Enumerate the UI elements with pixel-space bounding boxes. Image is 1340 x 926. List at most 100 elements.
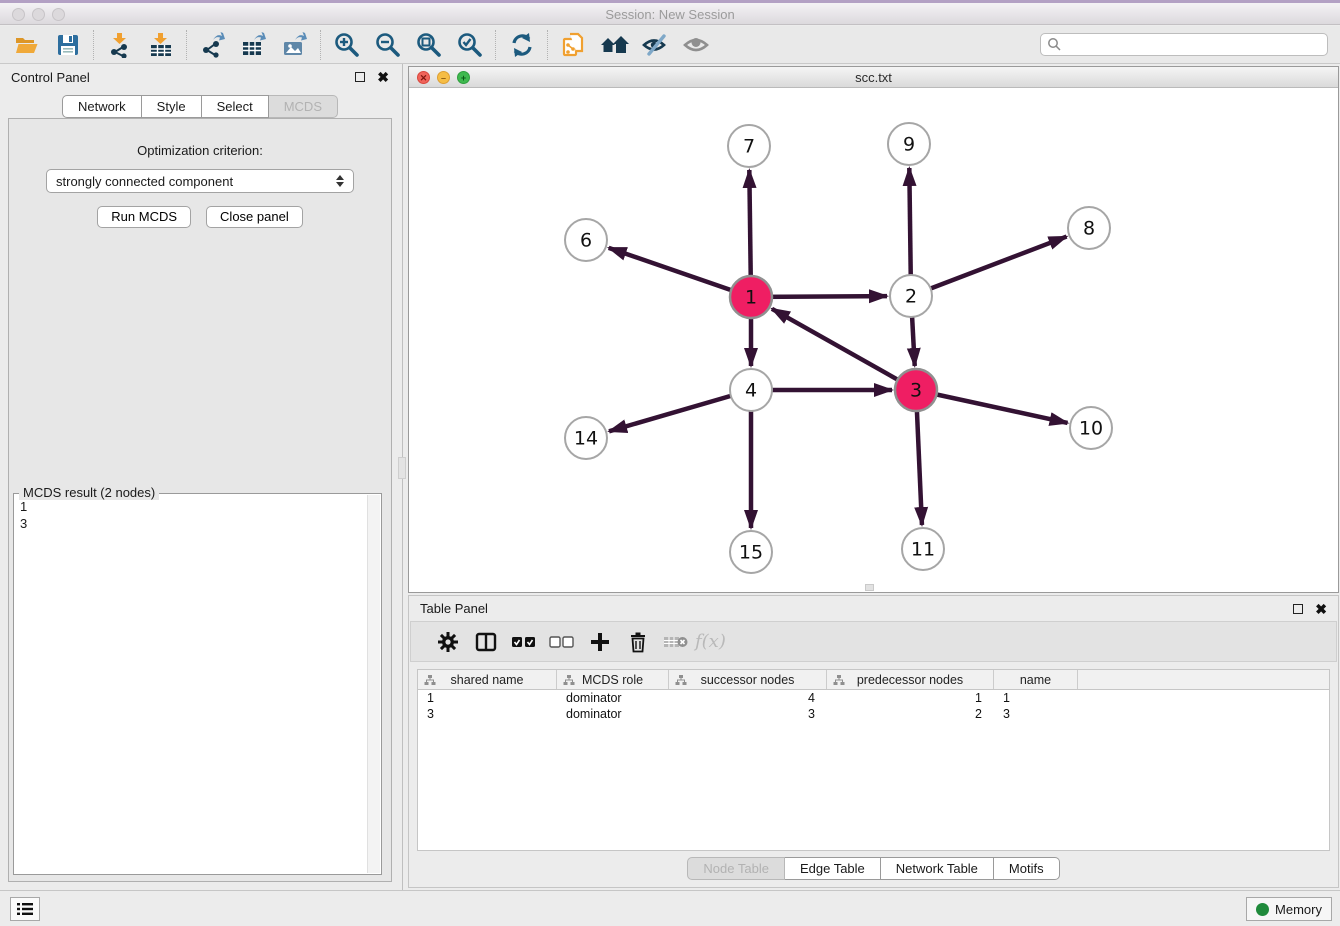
- svg-text:8: 8: [1083, 218, 1095, 240]
- graph-node-3[interactable]: 3: [895, 369, 937, 411]
- control-panel-close-icon[interactable]: ✖: [377, 72, 389, 82]
- column-header-predecessor-nodes[interactable]: predecessor nodes: [827, 670, 994, 689]
- search-icon: [1047, 37, 1062, 52]
- deselect-all-rows-icon[interactable]: [543, 625, 581, 659]
- function-builder-icon[interactable]: f(x): [695, 625, 726, 659]
- open-session-icon[interactable]: [6, 28, 47, 62]
- table-panel-float-icon[interactable]: [1293, 604, 1303, 614]
- zoom-out-icon[interactable]: [367, 28, 408, 62]
- table-toolbar: f(x): [410, 621, 1337, 662]
- close-panel-button[interactable]: Close panel: [206, 206, 303, 228]
- tab-select[interactable]: Select: [202, 95, 269, 118]
- zoom-fit-icon[interactable]: [408, 28, 449, 62]
- graph-node-1[interactable]: 1: [730, 276, 772, 318]
- network-view-window: ✕ – + scc.txt 7 9 6 8 1 2 4 3 14 10 15 11: [408, 66, 1339, 593]
- mcds-result-line: 1: [20, 498, 365, 515]
- select-all-rows-icon[interactable]: [505, 625, 543, 659]
- graph-edge-4-14[interactable]: [609, 390, 751, 431]
- column-header-name[interactable]: name: [994, 670, 1078, 689]
- delete-table-icon[interactable]: [657, 625, 695, 659]
- cell-predecessor-nodes[interactable]: 2: [827, 706, 994, 722]
- search-input[interactable]: [1066, 37, 1327, 52]
- tab-network[interactable]: Network: [62, 95, 142, 118]
- table-tab-network-table[interactable]: Network Table: [881, 857, 994, 880]
- hide-selected-icon[interactable]: [635, 28, 676, 62]
- cell-predecessor-nodes[interactable]: 1: [827, 690, 994, 706]
- zoom-selected-icon[interactable]: [449, 28, 490, 62]
- graph-edge-3-1[interactable]: [772, 309, 916, 390]
- control-panel: Control Panel ✖ NetworkStyleSelectMCDS O…: [0, 64, 400, 890]
- mcds-panel: Optimization criterion: strongly connect…: [8, 118, 392, 882]
- run-mcds-button[interactable]: Run MCDS: [97, 206, 191, 228]
- graph-node-6[interactable]: 6: [565, 219, 607, 261]
- list-icon: [16, 902, 34, 916]
- save-session-icon[interactable]: [47, 28, 88, 62]
- result-scrollbar[interactable]: [367, 495, 380, 873]
- graph-node-14[interactable]: 14: [565, 417, 607, 459]
- cell-MCDS-role[interactable]: dominator: [557, 706, 669, 722]
- graph-node-9[interactable]: 9: [888, 123, 930, 165]
- graph-edge-3-10[interactable]: [916, 390, 1068, 423]
- column-header-shared-name[interactable]: shared name: [418, 670, 557, 689]
- graph-node-15[interactable]: 15: [730, 531, 772, 573]
- graph-node-4[interactable]: 4: [730, 369, 772, 411]
- criterion-selected-value: strongly connected component: [56, 174, 233, 189]
- graph-node-11[interactable]: 11: [902, 528, 944, 570]
- add-column-icon[interactable]: [581, 625, 619, 659]
- table-row[interactable]: 1dominator411: [418, 690, 1329, 706]
- toggle-column-panel-icon[interactable]: [467, 625, 505, 659]
- table-body: 1dominator4113dominator323: [418, 690, 1329, 722]
- memory-button[interactable]: Memory: [1246, 897, 1332, 921]
- export-image-icon[interactable]: [274, 28, 315, 62]
- refresh-layout-icon[interactable]: [501, 28, 542, 62]
- graph-edge-1-6[interactable]: [609, 248, 751, 297]
- criterion-select[interactable]: strongly connected component: [46, 169, 354, 193]
- task-history-button[interactable]: [10, 897, 40, 921]
- cell-shared-name[interactable]: 3: [418, 706, 557, 722]
- graph-edge-2-8[interactable]: [911, 237, 1067, 296]
- tab-style[interactable]: Style: [142, 95, 202, 118]
- table-settings-gear-icon[interactable]: [429, 625, 467, 659]
- graph-node-7[interactable]: 7: [728, 125, 770, 167]
- svg-text:14: 14: [574, 428, 598, 450]
- column-header-MCDS-role[interactable]: MCDS role: [557, 670, 669, 689]
- show-all-icon[interactable]: [676, 28, 717, 62]
- cell-MCDS-role[interactable]: dominator: [557, 690, 669, 706]
- graph-node-8[interactable]: 8: [1068, 207, 1110, 249]
- graph-node-10[interactable]: 10: [1070, 407, 1112, 449]
- export-table-icon[interactable]: [233, 28, 274, 62]
- tab-mcds[interactable]: MCDS: [269, 95, 338, 118]
- search-field[interactable]: [1040, 33, 1328, 56]
- control-panel-float-icon[interactable]: [355, 72, 365, 82]
- network-view-titlebar[interactable]: ✕ – + scc.txt: [409, 67, 1338, 88]
- cell-name[interactable]: 1: [994, 690, 1078, 706]
- main-toolbar: [0, 26, 1340, 64]
- svg-text:10: 10: [1079, 418, 1103, 440]
- cell-successor-nodes[interactable]: 4: [669, 690, 827, 706]
- cell-name[interactable]: 3: [994, 706, 1078, 722]
- cell-shared-name[interactable]: 1: [418, 690, 557, 706]
- column-header-successor-nodes[interactable]: successor nodes: [669, 670, 827, 689]
- import-network-icon[interactable]: [99, 28, 140, 62]
- optimization-criterion-label: Optimization criterion:: [9, 143, 391, 158]
- export-network-icon[interactable]: [192, 28, 233, 62]
- control-panel-tabs: NetworkStyleSelectMCDS: [0, 95, 400, 118]
- table-tab-edge-table[interactable]: Edge Table: [785, 857, 881, 880]
- copy-style-icon[interactable]: [553, 28, 594, 62]
- table-tab-node-table[interactable]: Node Table: [687, 857, 785, 880]
- delete-column-icon[interactable]: [619, 625, 657, 659]
- table-row[interactable]: 3dominator323: [418, 706, 1329, 722]
- cell-successor-nodes[interactable]: 3: [669, 706, 827, 722]
- graph-node-2[interactable]: 2: [890, 275, 932, 317]
- select-stepper-icon: [336, 175, 344, 187]
- network-canvas[interactable]: 7 9 6 8 1 2 4 3 14 10 15 11: [409, 88, 1338, 592]
- zoom-in-icon[interactable]: [326, 28, 367, 62]
- table-tab-motifs[interactable]: Motifs: [994, 857, 1060, 880]
- panel-splitter-handle[interactable]: [398, 457, 406, 479]
- network-resize-grip[interactable]: [865, 584, 874, 591]
- table-panel-close-icon[interactable]: ✖: [1315, 604, 1327, 614]
- mcds-result-list: 13: [20, 498, 365, 872]
- control-panel-title: Control Panel: [11, 70, 355, 85]
- home-icon[interactable]: [594, 28, 635, 62]
- import-table-icon[interactable]: [140, 28, 181, 62]
